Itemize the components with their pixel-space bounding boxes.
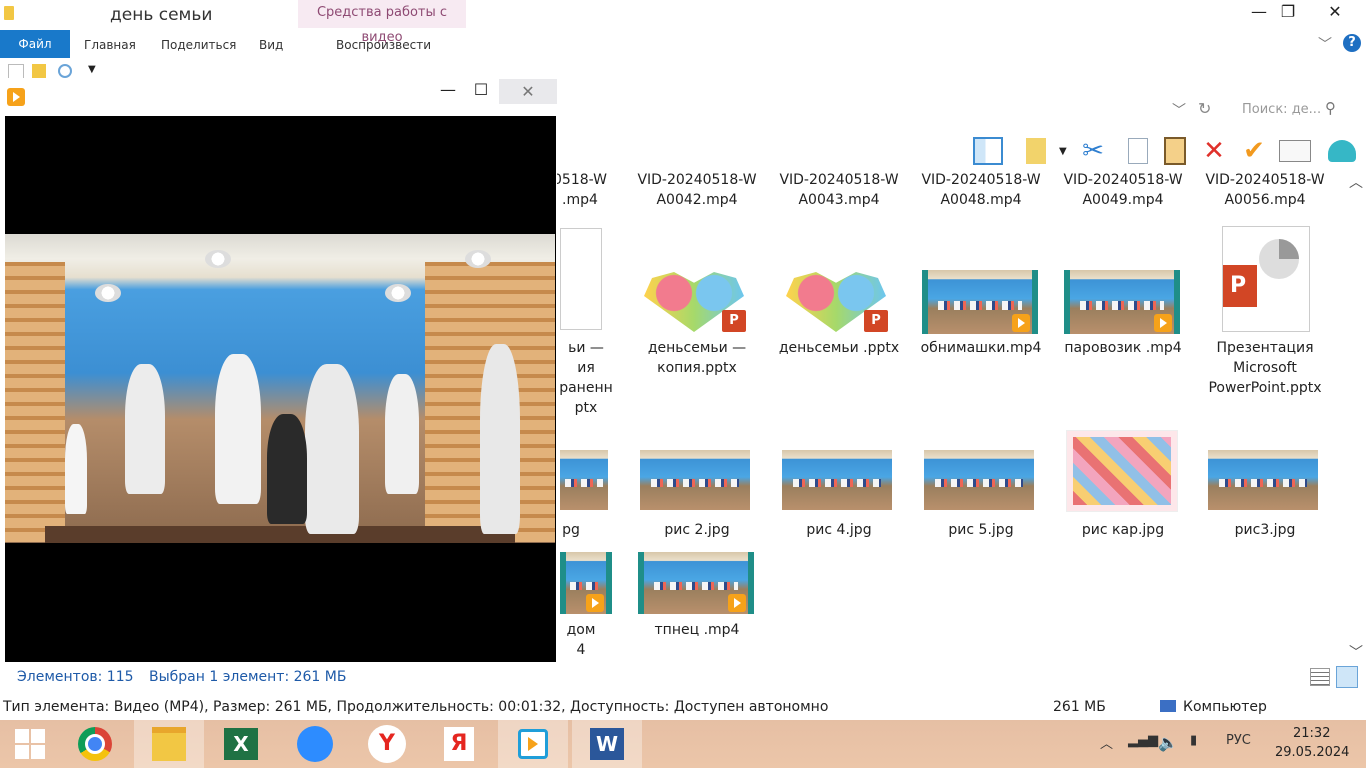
search-input[interactable]: Поиск: де... [1242, 102, 1321, 117]
file-label[interactable]: VID-20240518-W A0048.mp4 [916, 170, 1046, 210]
file-label[interactable]: VID-20240518-W A0043.mp4 [774, 170, 904, 210]
file-label[interactable]: обнимашки.mp4 [916, 338, 1046, 358]
network-icon[interactable]: ▂▄▆ [1128, 733, 1158, 748]
file-label[interactable]: ьи — ия раненн ptx [546, 338, 626, 418]
video-frame[interactable] [5, 234, 555, 543]
scroll-down-icon[interactable]: ﹀ [1349, 642, 1363, 662]
file-label[interactable]: рис 4.jpg [774, 520, 904, 540]
pptx-thumbnail[interactable]: P [644, 272, 746, 334]
clock-date[interactable]: 29.05.2024 [1275, 745, 1349, 760]
power-icon[interactable]: ▮ [1190, 733, 1197, 748]
ribbon-expand-icon[interactable]: ﹀ [1318, 34, 1332, 54]
delete-icon[interactable]: ✕ [1196, 134, 1232, 168]
cut-icon[interactable]: ✂ [1075, 134, 1111, 168]
image-thumbnail[interactable] [1208, 450, 1318, 510]
video-player-taskbar-icon[interactable] [498, 720, 568, 768]
new-folder-icon[interactable] [32, 64, 46, 78]
image-thumbnail[interactable] [640, 450, 750, 510]
yandex-browser-icon[interactable]: Y [352, 720, 422, 768]
large-icons-view-icon[interactable] [1336, 666, 1358, 688]
image-thumbnail[interactable] [1066, 430, 1178, 512]
file-label[interactable]: дом 4 [556, 620, 606, 660]
select-icon[interactable] [1018, 134, 1054, 168]
pptx-thumbnail[interactable] [560, 228, 602, 330]
video-thumbnail[interactable] [1064, 270, 1180, 334]
video-thumbnail[interactable] [922, 270, 1038, 334]
folder-icon [4, 6, 14, 20]
player-minimize-button[interactable]: — [433, 80, 463, 102]
copy-icon[interactable] [1120, 134, 1156, 168]
refresh-icon[interactable]: ↻ [1198, 99, 1211, 118]
word-icon[interactable]: W [572, 720, 642, 768]
close-button[interactable]: ✕ [1312, 0, 1358, 26]
video-thumbnail[interactable] [638, 552, 754, 614]
file-label[interactable]: рис кар.jpg [1058, 520, 1188, 540]
video-player-icon [7, 88, 25, 106]
item-count: Элементов: 115 [17, 669, 134, 685]
image-thumbnail[interactable] [560, 450, 608, 510]
excel-icon[interactable]: X [206, 720, 276, 768]
location-label: Компьютер [1183, 699, 1267, 715]
help-icon[interactable]: ? [1343, 34, 1361, 52]
maximize-button[interactable]: ❐ [1265, 0, 1311, 26]
language-indicator[interactable]: РУС [1226, 733, 1251, 748]
chrome-icon[interactable] [60, 720, 130, 768]
details-view-icon[interactable] [1310, 668, 1330, 686]
file-label[interactable]: VID-20240518-W A0042.mp4 [632, 170, 762, 210]
yandex-icon[interactable]: Я [424, 720, 494, 768]
file-label[interactable]: деньсемьи — копия.pptx [632, 338, 762, 378]
paste-icon[interactable] [1157, 134, 1193, 168]
recent-locations-icon[interactable]: ﹀ [1172, 100, 1186, 120]
file-label[interactable]: VID-20240518-W A0049.mp4 [1058, 170, 1188, 210]
file-label[interactable]: рис3.jpg [1200, 520, 1330, 540]
file-label[interactable]: рис 5.jpg [916, 520, 1046, 540]
tab-file[interactable]: Файл [0, 30, 70, 58]
volume-icon[interactable]: 🔈 [1158, 733, 1178, 752]
tab-share[interactable]: Поделиться [161, 30, 236, 58]
image-thumbnail[interactable] [924, 450, 1034, 510]
file-label[interactable]: тпнец .mp4 [632, 620, 762, 640]
preview-pane-icon[interactable] [970, 134, 1006, 168]
file-label[interactable]: VID-20240518-W A0056.mp4 [1200, 170, 1330, 210]
file-explorer-icon[interactable] [134, 720, 204, 768]
scroll-up-icon[interactable]: ︿ [1349, 172, 1363, 192]
item-size: 261 МБ [1053, 699, 1106, 715]
file-label[interactable]: паровозик .mp4 [1058, 338, 1188, 358]
search-icon[interactable]: ⚲ [1325, 99, 1336, 117]
select-dropdown-icon[interactable]: ▼ [1059, 146, 1067, 157]
check-icon[interactable]: ✔ [1236, 134, 1272, 168]
show-hidden-icons[interactable]: ︿ [1100, 733, 1113, 752]
selection-info: Выбран 1 элемент: 261 МБ [149, 669, 347, 685]
undo-icon[interactable] [58, 64, 72, 78]
tab-view[interactable]: Вид [259, 30, 283, 58]
player-close-button[interactable]: ✕ [499, 79, 557, 104]
file-label[interactable]: деньсемьи .pptx [774, 338, 904, 358]
shell-icon[interactable] [1324, 134, 1360, 168]
customize-qat-icon[interactable]: ▼ [88, 64, 96, 75]
context-tab-video-tools[interactable]: Средства работы с видео [298, 0, 466, 45]
pptx-thumbnail[interactable]: P [786, 272, 888, 334]
computer-icon [1160, 700, 1176, 712]
tab-home[interactable]: Главная [84, 30, 136, 58]
image-thumbnail[interactable] [782, 450, 892, 510]
video-thumbnail[interactable] [560, 552, 612, 614]
email-icon[interactable] [1277, 134, 1313, 168]
file-label[interactable]: рис 2.jpg [632, 520, 762, 540]
zoom-icon[interactable] [280, 720, 350, 768]
pptx-thumbnail[interactable]: P [1222, 226, 1310, 332]
clock-time[interactable]: 21:32 [1293, 726, 1330, 741]
windows-start-icon[interactable] [0, 720, 60, 768]
item-details: Тип элемента: Видео (MP4), Размер: 261 М… [3, 699, 829, 715]
window-title: день семьи [110, 5, 213, 25]
file-label[interactable]: Презентация Microsoft PowerPoint.pptx [1200, 338, 1330, 398]
player-maximize-button[interactable]: ☐ [466, 80, 496, 102]
tab-play[interactable]: Воспроизвести [336, 30, 431, 58]
